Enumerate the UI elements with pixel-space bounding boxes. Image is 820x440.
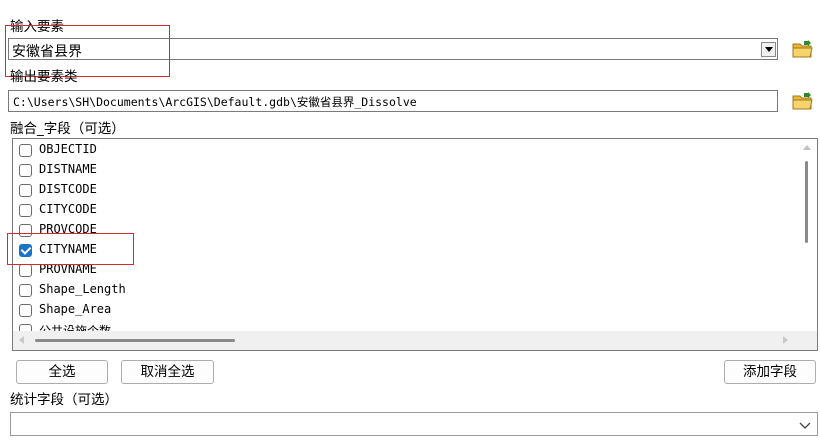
field-checkbox[interactable] [19,184,32,197]
chevron-down-icon [799,422,811,429]
field-checkbox[interactable] [19,284,32,297]
browse-input-button[interactable] [792,39,814,59]
horizontal-scrollbar-thumb[interactable] [35,339,235,342]
add-field-button[interactable]: 添加字段 [724,360,816,384]
horizontal-scrollbar[interactable] [13,331,817,350]
field-name: DISTCODE [39,182,97,196]
field-name: DISTNAME [39,162,97,176]
field-name: OBJECTID [39,142,97,156]
field-checkbox[interactable] [19,304,32,317]
dropdown-arrow-icon[interactable] [761,42,776,57]
scroll-left-icon[interactable] [19,336,24,344]
field-name: CITYCODE [39,202,97,216]
select-all-button[interactable]: 全选 [16,360,108,384]
field-checkbox[interactable] [19,264,32,277]
field-checkbox[interactable] [19,324,32,331]
output-feature-class-field[interactable]: C:\Users\SH\Documents\ArcGIS\Default.gdb… [8,90,778,112]
open-folder-icon [792,92,813,110]
open-folder-icon [792,40,813,58]
unselect-all-button[interactable]: 取消全选 [121,360,214,384]
output-feature-class-label: 输出要素类 [10,69,78,85]
output-feature-class-value: C:\Users\SH\Documents\ArcGIS\Default.gdb… [13,95,417,109]
field-name: 公共设施个数 [39,324,112,331]
dissolve-fields-label: 融合_字段（可选） [10,121,125,137]
cityname-highlight [7,233,134,265]
statistics-fields-combobox[interactable] [10,412,818,436]
field-checkbox[interactable] [19,204,32,217]
field-name: Shape_Length [39,282,126,296]
statistics-fields-label: 统计字段（可选） [10,392,118,408]
browse-output-button[interactable] [792,91,814,111]
field-checkbox[interactable] [19,164,32,177]
scroll-up-icon[interactable] [803,145,811,150]
field-checkbox[interactable] [19,144,32,157]
scroll-right-icon[interactable] [783,336,788,344]
vertical-scrollbar-thumb[interactable] [805,161,808,243]
field-name: Shape_Area [39,302,112,316]
